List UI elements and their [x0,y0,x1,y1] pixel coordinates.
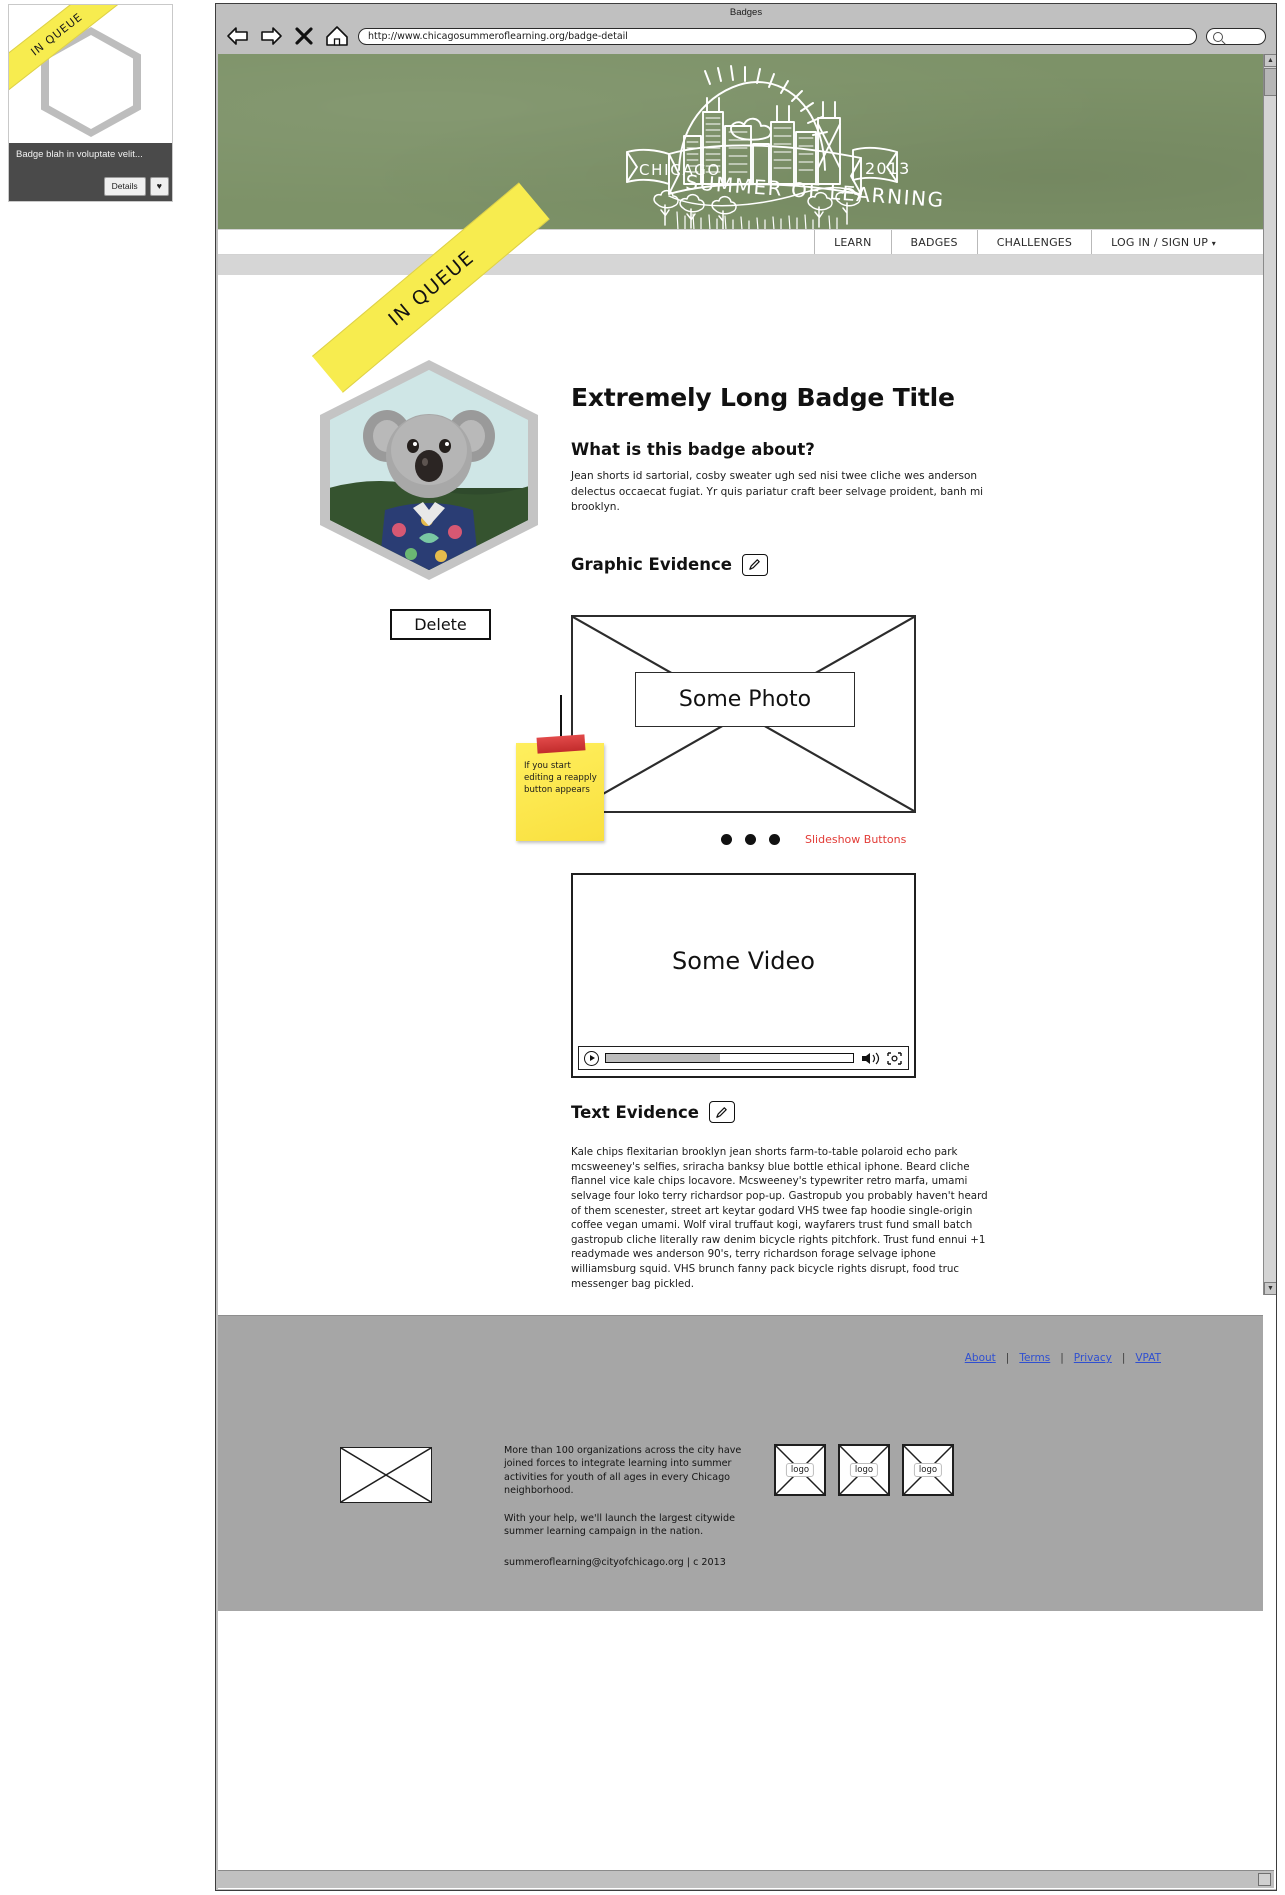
sticky-note-text: If you start editing a reapply button ap… [524,761,597,795]
footer-separator: | [1005,1352,1010,1364]
footer-link-terms[interactable]: Terms [1019,1352,1050,1364]
back-arrow-icon[interactable] [226,25,250,47]
vertical-scrollbar[interactable]: ▲ ▼ [1263,54,1276,1295]
footer-description: More than 100 organizations across the c… [504,1444,749,1538]
text-evidence-body: Kale chips flexitarian brooklyn jean sho… [571,1146,988,1290]
close-x-icon[interactable] [292,25,316,47]
page-viewport: ▲ ▼ CHICAGO 2013 SUMMER OF LEARNING LEAR… [218,54,1276,1889]
footer-logo-placeholder [340,1447,432,1503]
graphic-evidence-placeholder[interactable]: Some Photo [571,615,916,813]
footer-links: About | Terms | Privacy | VPAT [965,1352,1161,1364]
badge-detail-content: Extremely Long Badge Title What is this … [516,383,1191,1290]
video-progress-fill [606,1054,720,1062]
video-control-bar [578,1046,909,1070]
site-header-banner: CHICAGO 2013 SUMMER OF LEARNING [218,54,1263,229]
video-evidence-player[interactable]: Some Video [571,873,916,1078]
resize-grip[interactable] [1258,1873,1271,1886]
partner-logo-label: logo [785,1463,815,1477]
scrollbar-thumb[interactable] [1264,68,1276,96]
partner-logo-label: logo [913,1463,943,1477]
nav-item-badges[interactable]: BADGES [890,230,977,254]
badge-hero-image: IN QUEUE [312,182,550,580]
image-placeholder-cross [340,1447,432,1503]
nav-underlay-strip [218,255,1263,275]
badge-card-footer: Badge blah in voluptate velit... Details… [9,143,172,201]
scroll-up-arrow[interactable]: ▲ [1264,54,1276,67]
video-label: Some Video [672,947,815,975]
graphic-evidence-label: Graphic Evidence [571,555,732,574]
about-heading-label: What is this badge about? [571,440,815,459]
slideshow-controls: Slideshow Buttons [721,833,1041,846]
forward-arrow-icon[interactable] [259,25,283,47]
window-title: Badges [216,4,1276,21]
address-bar[interactable]: http://www.chicagosummeroflearning.org/b… [358,27,1197,45]
nav-item-challenges[interactable]: CHALLENGES [976,230,1091,254]
home-icon[interactable] [325,25,349,47]
pencil-edit-icon[interactable] [741,553,768,576]
badge-card-actions: Details ♥ [103,177,169,196]
badge-card-hex-area: IN QUEUE [9,5,172,145]
partner-logo-3: logo [902,1444,954,1496]
slideshow-dot-3[interactable] [769,834,780,845]
footer-link-privacy[interactable]: Privacy [1074,1352,1112,1364]
site-footer: About | Terms | Privacy | VPAT More than… [218,1315,1263,1611]
chevron-down-icon: ▾ [1211,239,1216,248]
badge-card-preview[interactable]: IN QUEUE Badge blah in voluptate velit..… [8,4,173,202]
footer-separator: | [1121,1352,1126,1364]
heart-icon[interactable]: ♥ [149,177,169,196]
partner-logo-1: logo [774,1444,826,1496]
pencil-edit-icon[interactable] [708,1101,735,1123]
scroll-down-arrow[interactable]: ▼ [1264,1282,1276,1295]
sticky-note-annotation: If you start editing a reapply button ap… [516,695,604,841]
search-icon [1213,31,1223,42]
browser-status-bar [218,1870,1274,1888]
details-button[interactable]: Details [103,177,146,196]
slideshow-dot-2[interactable] [745,834,756,845]
page-title: Extremely Long Badge Title [571,383,955,412]
volume-icon[interactable] [860,1051,880,1066]
nav-item-learn[interactable]: LEARN [814,230,890,254]
graphic-evidence-heading: Graphic Evidence [571,553,1191,576]
footer-separator: | [1060,1352,1064,1364]
text-evidence-heading: Text Evidence [571,1101,735,1123]
site-navigation: LEARN BADGES CHALLENGES LOG IN / SIGN UP… [218,229,1263,255]
badge-detail-page: IN QUEUE Delete Extremely Long Badge Tit… [218,182,1263,1315]
text-evidence-label: Text Evidence [571,1102,699,1122]
footer-link-vpat[interactable]: VPAT [1135,1352,1161,1364]
about-text: Jean shorts id sartorial, cosby sweater … [571,470,984,513]
footer-partner-logos: logo logo logo [774,1444,954,1496]
footer-paragraph-1: More than 100 organizations across the c… [504,1445,742,1497]
video-progress-slider[interactable] [605,1053,854,1063]
delete-button[interactable]: Delete [390,609,491,640]
slideshow-dot-1[interactable] [721,834,732,845]
browser-window: Badges http://www.chicagosummeroflearnin… [215,3,1277,1891]
footer-email: summeroflearning@cityofchicago.org | c 2… [504,1557,726,1568]
nav-item-login-signup[interactable]: LOG IN / SIGN UP ▾ [1091,230,1235,254]
chicago-summer-of-learning-logo: CHICAGO 2013 SUMMER OF LEARNING [625,65,945,229]
fullscreen-icon[interactable] [886,1051,903,1066]
browser-toolbar: http://www.chicagosummeroflearning.org/b… [216,21,1276,51]
footer-paragraph-2: With your help, we'll launch the largest… [504,1512,735,1538]
slideshow-buttons-label: Slideshow Buttons [805,833,907,846]
about-heading: What is this badge about? [571,440,1191,459]
banner-year-text: 2013 [865,159,911,178]
nav-item-login-label: LOG IN / SIGN UP [1111,236,1209,249]
play-icon[interactable] [584,1050,599,1066]
footer-link-about[interactable]: About [965,1352,996,1364]
photo-label: Some Photo [635,672,855,727]
badge-card-title: Badge blah in voluptate velit... [16,149,143,160]
partner-logo-2: logo [838,1444,890,1496]
partner-logo-label: logo [849,1463,879,1477]
search-input[interactable] [1206,27,1266,45]
sticky-note-tape [536,734,586,754]
